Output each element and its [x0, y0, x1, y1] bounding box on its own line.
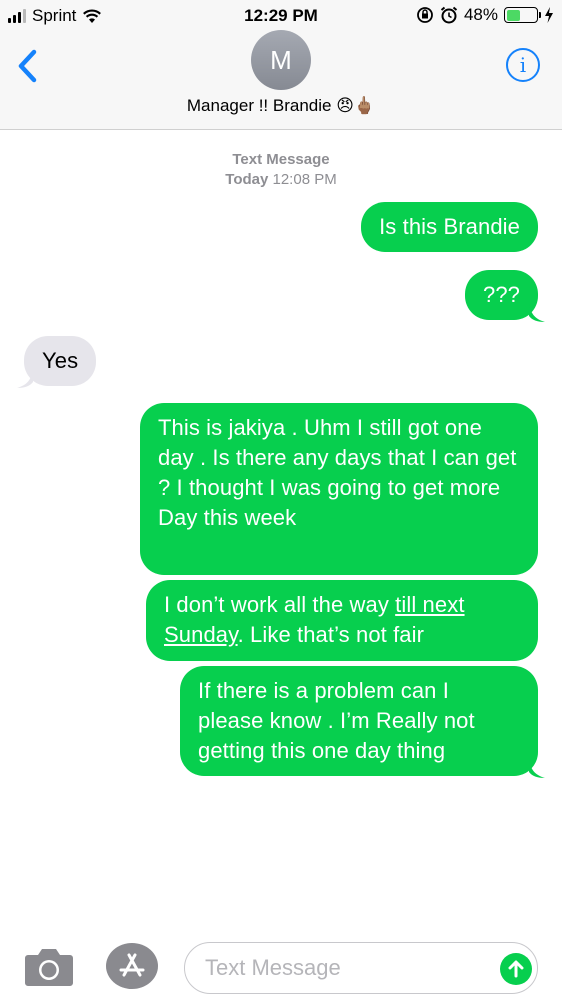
- battery-icon: [504, 7, 541, 23]
- bubble-tail: [529, 304, 545, 322]
- message-input-placeholder: Text Message: [205, 955, 341, 980]
- message-text: ???: [482, 282, 520, 307]
- service-label: Text Message: [232, 151, 330, 168]
- sent-message-bubble[interactable]: ???: [464, 270, 545, 322]
- contact-name[interactable]: Manager !! Brandie 😠🖕🏽: [0, 96, 562, 116]
- conversation-header: M Manager !! Brandie 😠🖕🏽 i: [0, 30, 562, 130]
- bubble-tail: [17, 370, 33, 388]
- sent-message-bubble[interactable]: Is this Brandie: [361, 202, 538, 252]
- camera-button[interactable]: [24, 945, 74, 987]
- sent-message-bubble[interactable]: I don’t work all the way till next Sunda…: [146, 580, 538, 661]
- send-arrow-icon: [508, 960, 524, 978]
- message-text: This is jakiya . Uhm I still got one day…: [158, 415, 517, 530]
- status-bar: Sprint 12:29 PM 48%: [0, 0, 562, 32]
- rotation-lock-icon: [417, 7, 433, 23]
- back-button[interactable]: [14, 46, 44, 86]
- avatar[interactable]: M: [251, 30, 311, 90]
- chevron-left-icon: [18, 49, 37, 83]
- app-store-icon: [119, 953, 145, 977]
- info-button[interactable]: i: [506, 48, 540, 82]
- time-label: 12:08 PM: [272, 171, 337, 188]
- charging-bolt-icon: [545, 7, 553, 23]
- camera-icon: [25, 949, 73, 986]
- message-text: . Like that’s not fair: [237, 622, 425, 647]
- bubble-tail: [529, 760, 545, 778]
- sent-message-bubble[interactable]: This is jakiya . Uhm I still got one day…: [140, 403, 538, 575]
- battery-percent: 48%: [463, 5, 498, 24]
- message-text: If there is a problem can I please know …: [198, 678, 475, 763]
- battery-level: [506, 9, 521, 21]
- received-message-bubble[interactable]: Yes: [17, 336, 97, 388]
- date-label: Today: [225, 171, 269, 188]
- message-text: I don’t work all the way: [164, 592, 396, 617]
- app-store-button[interactable]: [106, 943, 158, 989]
- alarm-icon: [440, 6, 458, 24]
- compose-bar: Text Message: [0, 935, 562, 1000]
- thread-timestamp: Text Message Today 12:08 PM: [0, 150, 562, 190]
- send-button[interactable]: [500, 953, 532, 985]
- message-text: Yes: [42, 348, 79, 373]
- sent-message-bubble[interactable]: If there is a problem can I please know …: [180, 666, 545, 778]
- message-input[interactable]: Text Message: [184, 942, 538, 994]
- info-icon: i: [519, 53, 527, 77]
- message-text: Is this Brandie: [379, 214, 520, 239]
